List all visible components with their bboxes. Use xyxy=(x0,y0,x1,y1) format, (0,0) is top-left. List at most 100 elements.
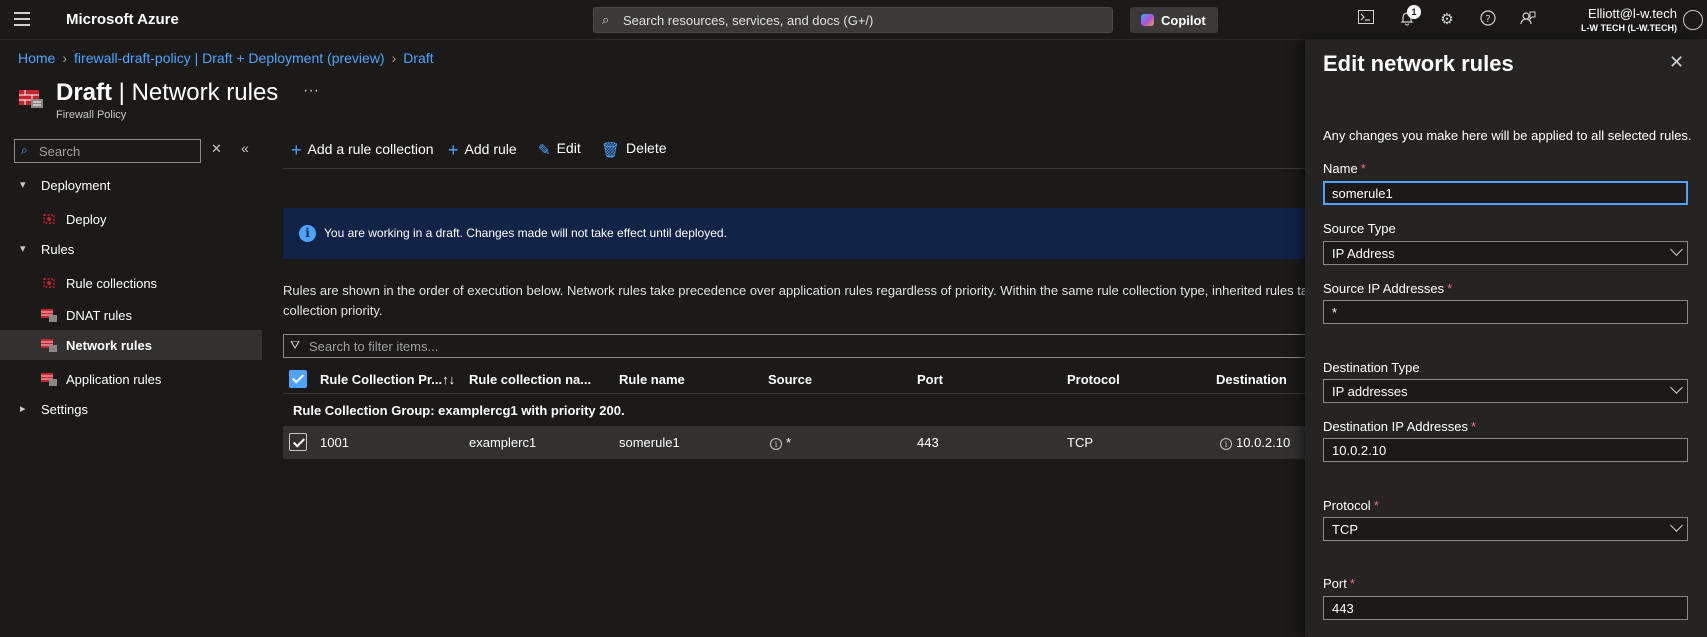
cell-destination: i 10.0.2.10 xyxy=(1220,435,1290,450)
breadcrumb-firewall-policy[interactable]: firewall-draft-policy | Draft + Deployme… xyxy=(74,50,385,66)
chevron-down-icon xyxy=(1670,381,1683,394)
nav-group-settings[interactable]: ▸ Settings xyxy=(0,394,262,424)
cell-collection: examplerc1 xyxy=(469,435,537,450)
source-type-select[interactable]: IP Address xyxy=(1323,241,1688,265)
search-icon: ⌕ xyxy=(602,12,610,27)
add-rule-button[interactable]: + Add rule xyxy=(448,140,517,161)
dest-type-value: IP addresses xyxy=(1332,384,1408,399)
nav-item-dnat-rules[interactable]: DNAT rules xyxy=(0,300,262,330)
column-header-source[interactable]: Source xyxy=(768,372,812,387)
edit-network-rules-panel: Edit network rules ✕ Any changes you mak… xyxy=(1305,40,1707,637)
protocol-value: TCP xyxy=(1332,522,1358,537)
column-header-protocol[interactable]: Protocol xyxy=(1067,372,1120,387)
table-row[interactable]: 1001 examplerc1 somerule1 i * 443 TCP i 10… xyxy=(283,426,1307,459)
name-field[interactable] xyxy=(1323,181,1688,205)
nav-group-rules[interactable]: ▾ Rules xyxy=(0,234,262,264)
breadcrumb-home[interactable]: Home xyxy=(18,50,55,66)
brand-title[interactable]: Microsoft Azure xyxy=(66,11,179,28)
search-icon: ⌕ xyxy=(21,143,28,157)
source-ips-field[interactable] xyxy=(1323,300,1688,324)
source-type-label: Source Type xyxy=(1323,221,1396,236)
rules-table: Rule Collection Pr...↑↓ Rule collection … xyxy=(283,364,1307,459)
cloud-shell-icon[interactable] xyxy=(1356,10,1376,30)
collapse-nav-icon[interactable]: « xyxy=(241,140,249,156)
filter-items-input[interactable]: ⛛ Search to filter items... xyxy=(283,334,1307,358)
cell-source: i * xyxy=(770,435,791,450)
panel-note: Any changes you make here will be applie… xyxy=(1323,128,1692,143)
settings-gear-icon[interactable]: ⚙ xyxy=(1437,10,1457,30)
dest-ips-field[interactable] xyxy=(1323,438,1688,462)
copilot-label: Copilot xyxy=(1161,13,1206,28)
column-header-rule-name[interactable]: Rule name xyxy=(619,372,685,387)
user-name: Elliott@l-w.tech xyxy=(1587,6,1677,21)
nav-group-deployment[interactable]: ▾ Deployment xyxy=(0,170,262,200)
source-ips-label: Source IP Addresses * xyxy=(1323,281,1453,296)
global-search-input[interactable]: ⌕ Search resources, services, and docs (… xyxy=(593,7,1113,33)
column-header-collection-name[interactable]: Rule collection na... xyxy=(469,372,591,387)
column-header-port[interactable]: Port xyxy=(917,372,943,387)
top-bar: Microsoft Azure ⌕ Search resources, serv… xyxy=(0,0,1707,40)
dest-ips-label: Destination IP Addresses * xyxy=(1323,419,1477,434)
firewall-icon xyxy=(41,309,57,322)
nav-label: Application rules xyxy=(66,372,162,387)
column-header-destination[interactable]: Destination xyxy=(1216,372,1287,387)
plus-icon: + xyxy=(448,140,459,160)
add-rule-collection-button[interactable]: + Add a rule collection xyxy=(291,140,434,161)
filter-icon: ⛛ xyxy=(290,338,301,352)
group-label: Rule Collection Group: examplercg1 with … xyxy=(293,403,625,418)
source-type-value: IP Address xyxy=(1332,246,1395,261)
column-header-priority[interactable]: Rule Collection Pr...↑↓ xyxy=(320,372,455,387)
nav-label: Deployment xyxy=(41,178,111,193)
table-group-row[interactable]: Rule Collection Group: examplercg1 with … xyxy=(283,394,1307,426)
rule-collections-icon xyxy=(43,278,55,288)
nav-label: Network rules xyxy=(66,338,152,353)
deploy-icon xyxy=(43,214,55,224)
nav-item-deploy[interactable]: Deploy xyxy=(0,204,262,234)
plus-icon: + xyxy=(291,140,302,160)
chevron-down-icon: ▾ xyxy=(20,243,26,255)
avatar[interactable] xyxy=(1683,10,1703,30)
dest-type-label: Destination Type xyxy=(1323,360,1420,375)
account-info[interactable]: Elliott@l-w.tech L-W TECH (L-W.TECH) xyxy=(1581,6,1677,33)
delete-button[interactable]: 🗑 Delete xyxy=(601,140,667,159)
page-title-draft: Draft xyxy=(56,79,113,106)
info-icon[interactable]: i xyxy=(770,438,782,450)
svg-text:?: ? xyxy=(1485,14,1490,25)
copilot-button[interactable]: Copilot xyxy=(1130,7,1218,33)
firewall-icon xyxy=(41,339,57,352)
info-icon: i xyxy=(299,225,316,242)
firewall-policy-icon xyxy=(19,90,43,108)
help-icon[interactable]: ? xyxy=(1478,10,1498,30)
more-options-icon[interactable]: ··· xyxy=(303,82,319,100)
copilot-icon xyxy=(1141,14,1154,26)
firewall-icon xyxy=(41,373,57,386)
clear-search-icon[interactable]: ✕ xyxy=(211,141,222,157)
close-icon[interactable]: ✕ xyxy=(1669,52,1684,73)
breadcrumb-draft[interactable]: Draft xyxy=(403,50,433,66)
cell-source-value: * xyxy=(786,435,792,450)
notification-count-badge: 1 xyxy=(1407,5,1421,19)
breadcrumb-separator-icon: › xyxy=(62,50,68,66)
chevron-down-icon: ▾ xyxy=(20,179,26,191)
feedback-icon[interactable] xyxy=(1518,10,1538,30)
rules-order-description: Rules are shown in the order of executio… xyxy=(283,281,1307,321)
page-title: Draft | Network rules xyxy=(56,79,278,107)
nav-label: Deploy xyxy=(66,212,107,227)
dest-type-select[interactable]: IP addresses xyxy=(1323,379,1688,403)
hamburger-menu-icon[interactable] xyxy=(14,12,30,26)
nav-item-network-rules[interactable]: Network rules xyxy=(0,330,262,360)
description-line-2: collection priority. xyxy=(283,303,383,318)
select-all-checkbox[interactable] xyxy=(289,370,307,388)
nav-search-input[interactable]: ⌕ Search xyxy=(14,139,201,163)
name-label: Name * xyxy=(1323,161,1366,176)
port-field[interactable] xyxy=(1323,596,1688,620)
description-line-1: Rules are shown in the order of executio… xyxy=(283,283,1307,298)
filter-placeholder: Search to filter items... xyxy=(309,339,439,354)
protocol-select[interactable]: TCP xyxy=(1323,517,1688,541)
nav-item-application-rules[interactable]: Application rules xyxy=(0,364,262,394)
edit-button[interactable]: ✎ Edit xyxy=(538,140,581,159)
row-checkbox[interactable] xyxy=(289,433,307,451)
nav-item-rule-collections[interactable]: Rule collections xyxy=(0,268,262,298)
info-icon[interactable]: i xyxy=(1220,438,1232,450)
add-rule-label: Add rule xyxy=(464,141,517,157)
